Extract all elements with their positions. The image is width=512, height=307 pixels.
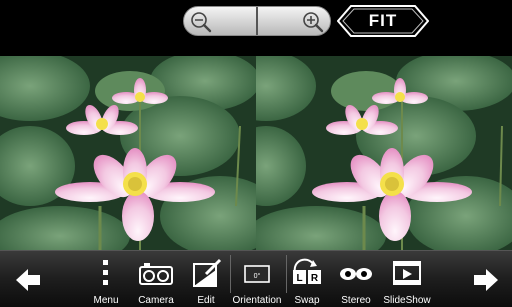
menu-dots-icon [103,260,108,285]
edit-button[interactable]: Edit [186,251,226,307]
zoom-in-button[interactable] [256,7,330,35]
zoom-out-button[interactable] [184,7,256,35]
stereo-photo[interactable] [0,56,512,250]
orientation-label: Orientation [232,295,282,306]
right-eye-image [256,56,512,250]
zoom-in-icon [303,12,324,33]
fit-button[interactable]: FIT [337,4,429,38]
previous-button[interactable] [14,267,42,293]
camera-button[interactable]: Camera [134,251,178,307]
stereo-label: Stereo [341,295,371,306]
edit-label: Edit [197,295,215,306]
bottom-toolbar: Menu Camera Edit 0° Orientation L R Swap… [0,250,512,307]
swap-lr-icon: L R [293,258,321,284]
svg-text:R: R [311,273,319,284]
arrow-right-icon [474,269,498,291]
slideshow-icon [393,261,421,285]
stereo-glasses-icon [340,268,372,280]
svg-text:L: L [296,273,302,284]
zoom-out-icon [191,12,212,33]
fit-label: FIT [368,11,398,30]
zoom-control [183,6,331,36]
arrow-left-icon [16,269,40,291]
swap-button[interactable]: L R Swap [286,251,328,307]
lotus-photo-left [0,56,256,250]
slideshow-button[interactable]: SlideShow [382,251,432,307]
stereo-button[interactable]: Stereo [334,251,378,307]
camera-label: Camera [138,295,174,306]
svg-text:0°: 0° [254,272,261,280]
stereo-camera-icon [139,263,173,285]
slideshow-label: SlideShow [383,295,431,306]
left-eye-image [0,56,256,250]
swap-label: Swap [294,295,320,306]
next-button[interactable] [472,267,500,293]
orientation-button[interactable]: 0° Orientation [230,251,284,307]
menu-label: Menu [93,295,119,306]
lotus-photo-right [256,56,512,250]
menu-button[interactable]: Menu [86,251,126,307]
orientation-icon: 0° [244,265,270,283]
edit-icon [193,258,222,287]
top-bar: FIT [0,0,512,56]
